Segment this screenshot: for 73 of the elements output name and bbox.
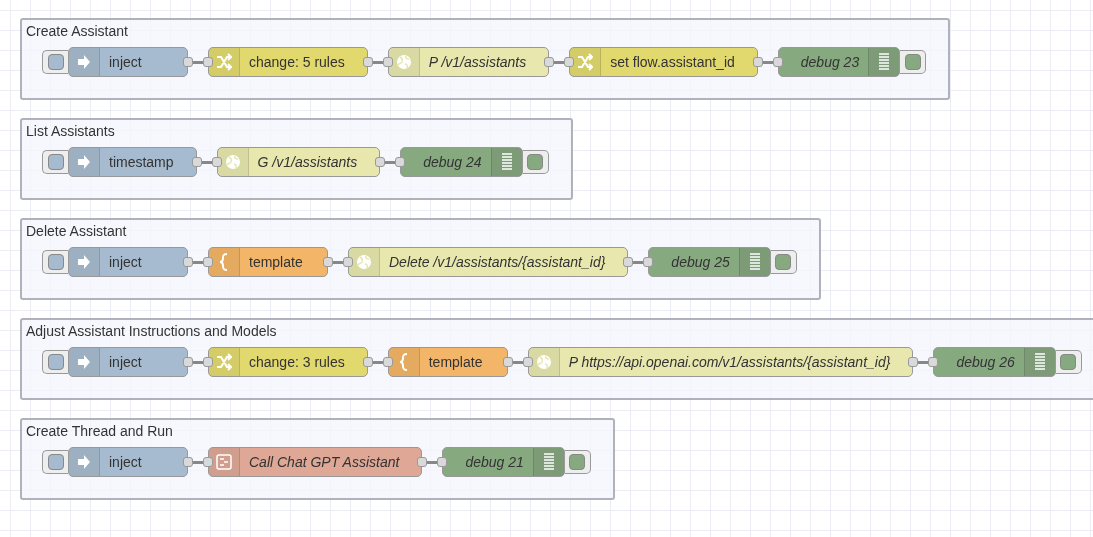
inject-button[interactable] [42,250,68,274]
output-port[interactable] [323,257,333,267]
wire [633,260,644,264]
debug-toggle-button[interactable] [1055,350,1082,374]
inject-node[interactable]: inject [68,47,188,77]
output-port[interactable] [908,357,919,367]
output-port[interactable] [183,457,193,467]
inject-node[interactable]: inject [68,247,188,277]
inject-node[interactable]: inject [68,447,188,477]
wire [193,260,203,264]
output-port[interactable] [362,357,373,367]
debug-toggle-button[interactable] [770,250,797,274]
debug-toggle-button[interactable] [522,150,549,174]
wire [762,60,773,64]
inject-button[interactable] [42,150,68,174]
wire [193,360,203,364]
wire [333,260,343,264]
output-port[interactable] [191,157,202,167]
debug-toggle-button[interactable] [900,50,927,74]
wire [201,160,212,164]
group-title: Create Thread and Run [26,422,173,440]
debug-node[interactable]: debug 25 [648,247,771,277]
inject-button[interactable] [42,450,68,474]
debug-node[interactable]: debug 21 [442,447,565,477]
http-request-node[interactable]: P /v1/assistants [387,47,550,77]
wire [372,360,383,364]
wire [372,60,383,64]
change-node[interactable]: change: 3 rules [208,347,368,377]
http-request-node[interactable]: P https://api.openai.com/v1/assistants/{assistant_id} [527,347,914,377]
debug-node[interactable]: debug 23 [777,47,901,77]
output-port[interactable] [183,357,193,367]
globe-icon [356,252,372,272]
http-request-node[interactable]: Delete /v1/assistants/{assistant_id} [348,247,629,277]
wire [193,60,203,64]
wire [193,460,203,464]
debug-toggle-button[interactable] [564,450,591,474]
shuffle-icon [216,352,232,372]
shuffle-icon [577,52,594,72]
globe-icon [224,152,241,172]
change-node[interactable]: change: 5 rules [208,47,368,77]
shuffle-icon [216,52,232,72]
change-node[interactable]: set flow.assistant_id [569,47,758,77]
template-node[interactable]: template [208,247,328,277]
output-port[interactable] [183,57,193,67]
globe-icon [395,52,412,72]
debug-node[interactable]: debug 26 [933,347,1056,377]
group-title: Delete Assistant [26,222,127,240]
output-port[interactable] [544,57,555,67]
wire [512,360,523,364]
inject-node[interactable]: inject [68,347,188,377]
output-port[interactable] [623,257,634,267]
output-port[interactable] [362,57,373,67]
wire [385,160,396,164]
group-title: List Assistants [26,122,115,140]
inject-button[interactable] [42,50,68,74]
output-port[interactable] [502,357,513,367]
output-port[interactable] [417,457,428,467]
inject-node[interactable]: timestamp [68,147,197,177]
output-port[interactable] [375,157,386,167]
wire [554,60,565,64]
output-port[interactable] [183,257,193,267]
wire [918,360,929,364]
group-title: Adjust Assistant Instructions and Models [26,322,277,340]
output-port[interactable] [752,57,763,67]
wire [427,460,438,464]
subflow-icon [216,452,232,472]
inject-button[interactable] [42,350,68,374]
http-request-node[interactable]: G /v1/assistants [216,147,381,177]
debug-node[interactable]: debug 24 [400,147,523,177]
group-title: Create Assistant [26,22,128,40]
template-node[interactable]: template [387,347,508,377]
subflow-node[interactable]: Call Chat GPT Assistant [208,447,423,477]
globe-icon [535,352,552,372]
